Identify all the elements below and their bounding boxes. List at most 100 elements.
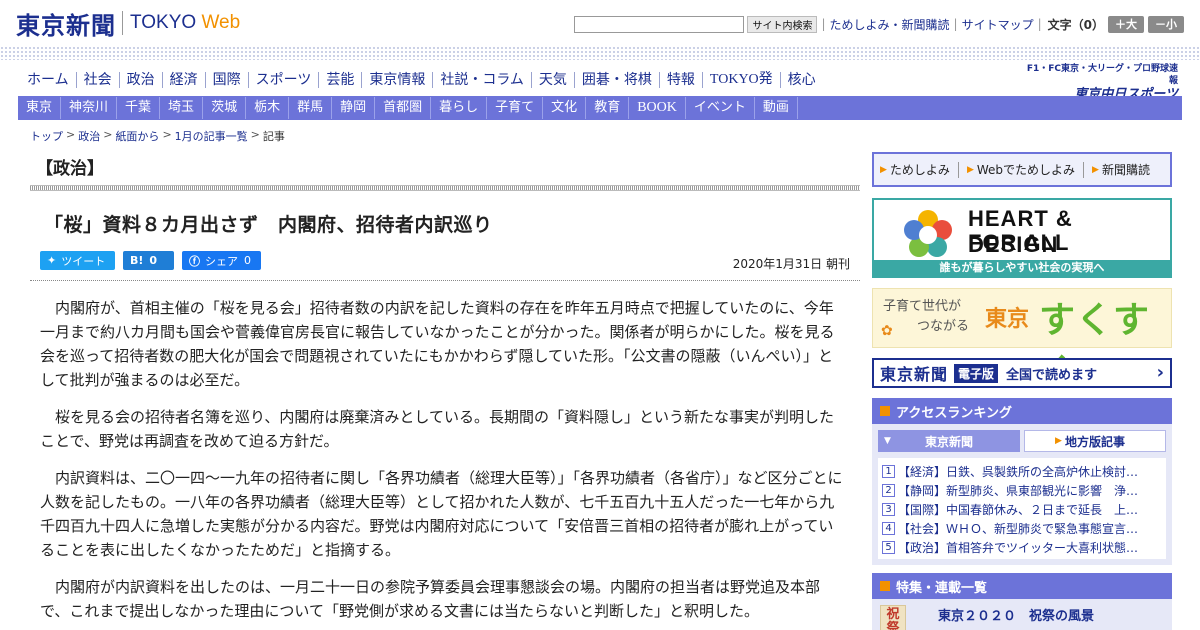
font-size-decrease-button[interactable]: －小 xyxy=(1148,15,1184,33)
subnav-item-shizuoka[interactable]: 静岡 xyxy=(332,97,376,119)
feature-thumbnail: 祝祭 xyxy=(880,605,906,630)
site-search-button[interactable]: サイト内検索 xyxy=(747,15,818,33)
triangle-down-icon: ▼ xyxy=(884,436,891,446)
facebook-icon: ⓕ xyxy=(189,254,200,268)
ranking-item[interactable]: 5 【政治】首相答弁でツイッター大喜利状態… xyxy=(882,538,1162,557)
hatena-count: 0 xyxy=(149,254,158,267)
rank-link[interactable]: 【政治】首相答弁でツイッター大喜利状態… xyxy=(898,539,1138,556)
article-paragraph: 内閣府が、首相主催の「桜を見る会」招待者数の内訳を記した資料の存在を昨年五月時点… xyxy=(40,299,835,389)
trial-subscribe-link[interactable]: ためしよみ・新聞購読 xyxy=(830,16,950,33)
heart-title-line2: FOR ALL xyxy=(968,230,1070,255)
breadcrumb-politics[interactable]: 政治 xyxy=(78,128,100,144)
rank-number: 4 xyxy=(882,522,895,535)
breadcrumb-current: 記事 xyxy=(262,130,285,143)
rank-link[interactable]: 【社会】ＷＨＯ、新型肺炎で緊急事態宣言… xyxy=(898,520,1138,537)
nav-item-kakushin[interactable]: 核心 xyxy=(779,72,823,88)
share-buttons: ✦ ツイート B! 0 ⓕ シェア 0 xyxy=(40,251,261,270)
nav-item-sports[interactable]: スポーツ xyxy=(247,72,319,88)
subnav-item-kurashi[interactable]: 暮らし xyxy=(431,97,488,119)
features-title: 特集・連載一覧 xyxy=(896,580,988,596)
triangle-right-icon: ▶ xyxy=(1055,436,1062,446)
subnav-item-video[interactable]: 動画 xyxy=(755,97,798,119)
subnav-item-tokyo[interactable]: 東京 xyxy=(18,97,62,119)
nav-item-politics[interactable]: 政治 xyxy=(118,72,162,88)
breadcrumb-january-list[interactable]: 1月の記事一覧 xyxy=(175,128,248,144)
nav-item-international[interactable]: 国際 xyxy=(204,72,248,88)
trial-read-link[interactable]: ▶ ためしよみ xyxy=(880,161,950,178)
subnav-item-kyoiku[interactable]: 教育 xyxy=(586,97,630,119)
subnav-item-kanagawa[interactable]: 神奈川 xyxy=(61,97,118,119)
subnav-item-gunma[interactable]: 群馬 xyxy=(289,97,333,119)
facebook-share-button[interactable]: ⓕ シェア 0 xyxy=(182,251,261,270)
utility-bar: サイト内検索 | ためしよみ・新聞購読 | サイトマップ | 文字（0） ＋大 … xyxy=(574,14,1184,34)
tab-local-articles[interactable]: ▶ 地方版記事 xyxy=(1024,430,1166,452)
link-separator xyxy=(957,161,959,178)
feature-title[interactable]: 東京２０２０ 祝祭の風景 xyxy=(938,605,1094,624)
site-header: 東京新聞 TOKYO Web サイト内検索 | ためしよみ・新聞購読 | サイト… xyxy=(0,0,1200,46)
nav-item-tokyo-hatsu[interactable]: TOKYO発 xyxy=(701,72,780,88)
nav-item-home[interactable]: ホーム xyxy=(20,72,76,88)
ranking-item[interactable]: 3 【国際】中国春節休み、２日まで延長 上… xyxy=(882,500,1162,519)
ranking-title: アクセスランキング xyxy=(896,405,1012,421)
chunichi-line1: F1・FC東京・大リーグ・プロ野球速報 xyxy=(1026,64,1178,86)
font-size-increase-button[interactable]: ＋大 xyxy=(1108,15,1144,33)
nav-item-entertainment[interactable]: 芸能 xyxy=(318,72,361,88)
nav-item-go-shogi[interactable]: 囲碁・将棋 xyxy=(573,72,659,88)
section-rule xyxy=(30,185,860,191)
subnav-item-event[interactable]: イベント xyxy=(686,97,755,119)
article-rule xyxy=(30,280,860,281)
subnav-item-saitama[interactable]: 埼玉 xyxy=(160,97,204,119)
tokyo-sukusuku-banner[interactable]: 子育て世代が つながる ✿ 東京 すくすく xyxy=(872,288,1172,393)
rank-number: 1 xyxy=(882,465,895,478)
tab-tokyo-shimbun[interactable]: ▼ 東京新聞 xyxy=(878,430,1020,452)
rank-link[interactable]: 【静岡】新型肺炎、県東部観光に影響 浄… xyxy=(898,482,1138,499)
article-paragraph: 桜を見る会の招待者名簿を巡り、内閣府は廃棄済みとしている。長期間の「資料隠し」と… xyxy=(40,408,834,450)
web-trial-read-link[interactable]: ▶ Webでためしよみ xyxy=(967,161,1075,178)
tulip-icon: ✿ xyxy=(881,323,893,339)
nav-item-tokyo-info[interactable]: 東京情報 xyxy=(361,72,432,88)
nav-item-economy[interactable]: 経済 xyxy=(161,72,205,88)
subnav-item-kosodate[interactable]: 子育て xyxy=(487,97,544,119)
subnav-item-ibaraki[interactable]: 茨城 xyxy=(203,97,247,119)
twitter-bird-icon: ✦ xyxy=(47,254,57,267)
site-logo[interactable]: 東京新聞 TOKYO Web xyxy=(16,8,240,40)
tweet-label: ツイート xyxy=(61,254,106,268)
tokyo-chunichi-sports-banner[interactable]: F1・FC東京・大リーグ・プロ野球速報 東京中日スポーツ xyxy=(1018,63,1178,102)
subnav-item-bunka[interactable]: 文化 xyxy=(543,97,587,119)
subnav-item-tochigi[interactable]: 栃木 xyxy=(246,97,290,119)
trial-read-label: ためしよみ xyxy=(889,163,950,177)
nav-item-tokuho[interactable]: 特報 xyxy=(658,72,702,88)
breadcrumb-separator: > xyxy=(250,128,260,141)
sitemap-link[interactable]: サイトマップ xyxy=(962,16,1034,33)
rank-link[interactable]: 【経済】日鉄、呉製鉄所の全高炉休止検討… xyxy=(898,463,1138,480)
tweet-button[interactable]: ✦ ツイート xyxy=(40,251,115,270)
hatena-bookmark-button[interactable]: B! 0 xyxy=(123,251,174,270)
rank-number: 2 xyxy=(882,484,895,497)
subscribe-link[interactable]: ▶ 新聞購読 xyxy=(1092,161,1150,178)
digital-edition-banner[interactable]: 東京新聞 電子版 全国で読めます › xyxy=(872,358,1172,388)
triangle-right-icon: ▶ xyxy=(966,164,974,175)
search-input[interactable] xyxy=(574,15,745,33)
ranking-item[interactable]: 2 【静岡】新型肺炎、県東部観光に影響 浄… xyxy=(882,481,1162,500)
rank-number: 3 xyxy=(882,503,895,516)
subnav-item-chiba[interactable]: 千葉 xyxy=(117,97,161,119)
square-bullet-icon xyxy=(880,581,890,591)
subscribe-label: 新聞購読 xyxy=(1101,163,1150,177)
regional-nav: 東京 神奈川 千葉 埼玉 茨城 栃木 群馬 静岡 首都圏 暮らし 子育て 文化 … xyxy=(18,96,1182,120)
nav-item-weather[interactable]: 天気 xyxy=(530,72,574,88)
subnav-item-shutoken[interactable]: 首都圏 xyxy=(375,97,432,119)
ranking-item[interactable]: 4 【社会】ＷＨＯ、新型肺炎で緊急事態宣言… xyxy=(882,519,1162,538)
heart-and-design-banner[interactable]: HEART & DESIGN FOR ALL 誰もが暮らしやすい社会の実現へ xyxy=(872,198,1172,278)
feature-item[interactable]: 祝祭 東京２０２０ 祝祭の風景 xyxy=(872,599,1172,630)
subnav-item-book[interactable]: BOOK xyxy=(629,97,686,119)
breadcrumb-top[interactable]: トップ xyxy=(30,128,63,144)
ranking-item[interactable]: 1 【経済】日鉄、呉製鉄所の全高炉休止検討… xyxy=(882,462,1162,481)
article-date: 2020年1月31日 朝刊 xyxy=(732,257,850,271)
rank-link[interactable]: 【国際】中国春節休み、２日まで延長 上… xyxy=(898,501,1138,518)
nav-item-editorial[interactable]: 社説・コラム xyxy=(432,72,531,88)
nav-item-society[interactable]: 社会 xyxy=(75,72,119,88)
breadcrumb-shimen[interactable]: 紙面から xyxy=(115,128,159,144)
sukusuku-tokyo: 東京 xyxy=(985,307,1030,332)
article-headline: 「桜」資料８カ月出さず 内閣府、招待者内訳巡り xyxy=(44,214,493,236)
facebook-count: 0 xyxy=(244,254,251,267)
